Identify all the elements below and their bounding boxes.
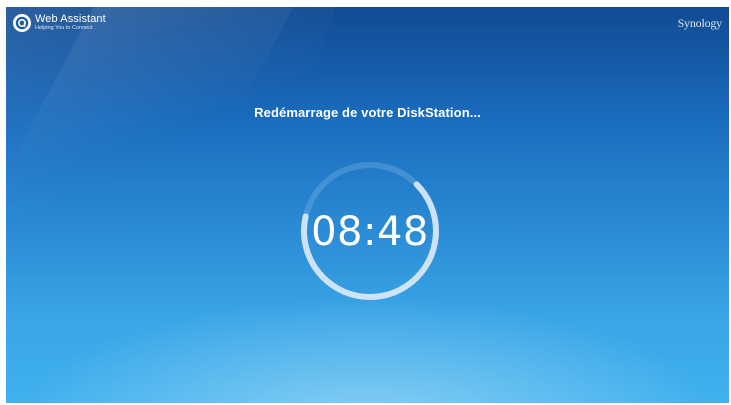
restart-screen: Web Assistant Helping You to Connect Syn…: [6, 7, 729, 403]
web-assistant-brand: Web Assistant Helping You to Connect: [13, 14, 106, 32]
web-assistant-logo-icon: [13, 14, 31, 32]
countdown-timer: 08:48: [290, 141, 450, 321]
app-title: Web Assistant: [35, 13, 106, 26]
app-subtitle: Helping You to Connect: [35, 25, 93, 32]
restart-status-text: Redémarrage de votre DiskStation...: [254, 105, 481, 120]
synology-logo: Synology: [677, 16, 723, 30]
countdown-value: 08:48: [311, 209, 429, 255]
